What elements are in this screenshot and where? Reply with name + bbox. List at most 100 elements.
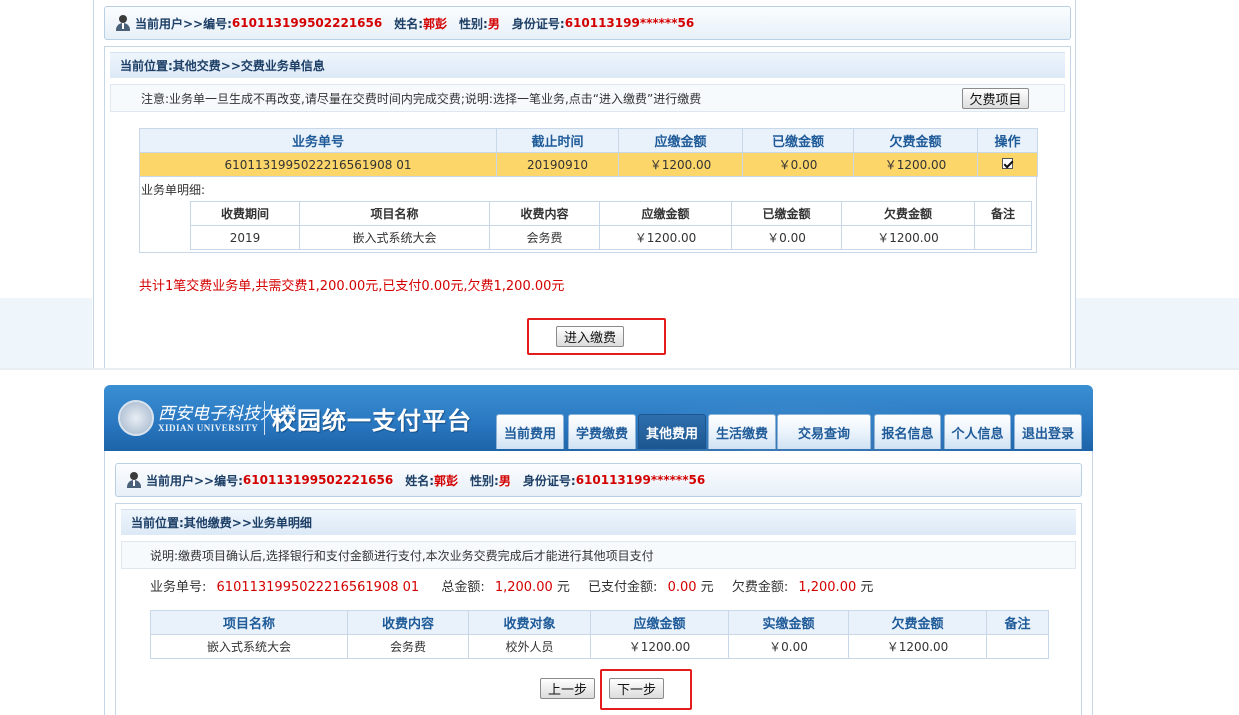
item-due-cell: ￥1200.00	[590, 634, 729, 659]
items-header-arrears: 欠费金额	[848, 610, 987, 635]
detail-table: 收费期间 项目名称 收费内容 应缴金额 已缴金额 欠费金额 备注 2019 嵌入…	[190, 201, 1032, 250]
order-no-value: 6101131995022216561908 01	[216, 580, 420, 595]
paid-cell: ￥0.00	[742, 152, 854, 177]
screenshot-separator	[0, 368, 1239, 370]
previous-step-button[interactable]: 上一步	[540, 678, 595, 699]
select-cell	[977, 152, 1038, 177]
user-icon	[115, 15, 131, 31]
table-row[interactable]: 6101131995022216561908 01 20190910 ￥1200…	[139, 152, 1038, 177]
table-row: 2019 嵌入式系统大会 会务费 ￥1200.00 ￥0.00 ￥1200.00	[190, 225, 1032, 250]
due-cell: ￥1200.00	[618, 152, 743, 177]
table-row: 嵌入式系统大会 会务费 校外人员 ￥1200.00 ￥0.00 ￥1200.00	[150, 634, 1049, 659]
notice-text: 说明:缴费项目确认后,选择银行和支付金额进行支付,本次业务交费完成后才能进行其他…	[121, 541, 1076, 569]
user-name: 郭彭	[434, 473, 459, 488]
frame-border-left	[93, 0, 94, 368]
detail-period-cell: 2019	[190, 225, 300, 250]
nav-logout[interactable]: 退出登录	[1014, 414, 1082, 449]
idcard-label: 身份证号:	[511, 16, 565, 31]
nav-tuition[interactable]: 学费缴费	[568, 414, 636, 449]
deadline-cell: 20190910	[496, 152, 619, 177]
user-id: 610113199502221656	[242, 473, 394, 487]
order-header-paid: 已缴金额	[742, 128, 854, 153]
breadcrumb: 当前位置:其他交费>>交费业务单信息	[110, 52, 1065, 78]
site-header: 西安电子科技大学 XIDIAN UNIVERSITY 校园统一支付平台 当前费用…	[104, 385, 1093, 451]
platform-title: 校园统一支付平台	[272, 407, 472, 435]
order-header-action: 操作	[977, 128, 1038, 153]
name-label: 姓名:	[405, 473, 435, 488]
arrears-label: 欠费金额:	[731, 580, 789, 595]
gender-label: 性别:	[459, 16, 488, 31]
enter-payment-button[interactable]: 进入缴费	[556, 326, 624, 347]
gender-label: 性别:	[470, 473, 499, 488]
user-gender: 男	[487, 16, 500, 31]
paid-unit: 元	[700, 580, 714, 595]
arrears-unit: 元	[860, 580, 874, 595]
name-label: 姓名:	[394, 16, 424, 31]
current-user-bar: 当前用户>>编号: 610113199502221656 姓名: 郭彭 性别: …	[104, 6, 1071, 40]
detail-header-arrears: 欠费金额	[841, 201, 975, 226]
fee-items-table: 项目名称 收费内容 收费对象 应缴金额 实缴金额 欠费金额 备注 嵌入式系统大会…	[150, 610, 1049, 659]
detail-header-content: 收费内容	[489, 201, 600, 226]
item-target-cell: 校外人员	[468, 634, 591, 659]
detail-remark-cell	[974, 225, 1032, 250]
notice-text: 注意:业务单一旦生成不再改变,请尽量在交费时间内完成交费;说明:选择一笔业务,点…	[110, 84, 1065, 112]
detail-arrears-cell: ￥1200.00	[841, 225, 975, 250]
order-summary-line: 业务单号: 6101131995022216561908 01 总金额: 1,2…	[150, 576, 873, 595]
order-no-label: 业务单号:	[150, 580, 207, 595]
detail-header-paid: 已缴金额	[731, 201, 842, 226]
logo-divider	[264, 401, 265, 435]
user-name: 郭彭	[423, 16, 448, 31]
nav-registration-info[interactable]: 报名信息	[874, 414, 941, 449]
order-header-no: 业务单号	[139, 128, 497, 153]
item-content-cell: 会务费	[347, 634, 469, 659]
user-icon	[126, 472, 142, 488]
nav-personal-info[interactable]: 个人信息	[944, 414, 1011, 449]
university-emblem-icon	[118, 400, 154, 436]
arrears-cell: ￥1200.00	[853, 152, 978, 177]
item-name-cell: 嵌入式系统大会	[150, 634, 348, 659]
items-header-remark: 备注	[986, 610, 1049, 635]
current-user-label: 当前用户>>编号:	[135, 16, 232, 31]
item-actual-cell: ￥0.00	[728, 634, 849, 659]
items-header-content: 收费内容	[347, 610, 469, 635]
nav-living-payment[interactable]: 生活缴费	[708, 414, 776, 449]
detail-item-cell: 嵌入式系统大会	[299, 225, 490, 250]
detail-header-remark: 备注	[974, 201, 1032, 226]
paid-label: 已支付金额:	[588, 580, 658, 595]
current-user-bar: 当前用户>>编号: 610113199502221656 姓名: 郭彭 性别: …	[115, 463, 1082, 497]
detail-paid-cell: ￥0.00	[731, 225, 842, 250]
detail-header-item: 项目名称	[299, 201, 490, 226]
items-header-name: 项目名称	[150, 610, 348, 635]
items-header-target: 收费对象	[468, 610, 591, 635]
order-header-arrears: 欠费金额	[853, 128, 978, 153]
nav-current-fees[interactable]: 当前费用	[496, 414, 564, 449]
detail-due-cell: ￥1200.00	[599, 225, 732, 250]
total-unit: 元	[556, 580, 570, 595]
items-header-due: 应缴金额	[590, 610, 729, 635]
item-arrears-cell: ￥1200.00	[848, 634, 987, 659]
arrears-items-button[interactable]: 欠费项目	[962, 88, 1029, 109]
order-header-due: 应缴金额	[618, 128, 743, 153]
order-table: 业务单号 截止时间 应缴金额 已缴金额 欠费金额 操作 610113199502…	[139, 128, 1038, 177]
current-user-label: 当前用户>>编号:	[146, 473, 243, 488]
order-no-cell: 6101131995022216561908 01	[139, 152, 497, 177]
payment-summary: 共计1笔交费业务单,共需交费1,200.00元,已支付0.00元,欠费1,200…	[139, 279, 565, 294]
arrears-value: 1,200.00	[798, 580, 857, 595]
total-label: 总金额:	[441, 580, 485, 595]
frame-border-right	[1075, 0, 1076, 368]
items-header-actual: 实缴金额	[728, 610, 849, 635]
select-checkbox[interactable]	[1002, 157, 1013, 169]
nav-other-fees[interactable]: 其他费用	[638, 414, 706, 449]
university-name-en: XIDIAN UNIVERSITY	[158, 423, 259, 433]
idcard-label: 身份证号:	[522, 473, 576, 488]
user-idcard: 610113199******56	[575, 473, 706, 487]
detail-header-due: 应缴金额	[599, 201, 732, 226]
side-band-left	[0, 298, 92, 368]
detail-label: 业务单明细:	[141, 183, 206, 197]
user-gender: 男	[498, 473, 511, 488]
nav-transaction-query[interactable]: 交易查询	[777, 414, 871, 449]
total-value: 1,200.00	[494, 580, 553, 595]
paid-value: 0.00	[667, 580, 697, 595]
next-step-button[interactable]: 下一步	[609, 678, 664, 699]
user-id: 610113199502221656	[231, 16, 383, 30]
